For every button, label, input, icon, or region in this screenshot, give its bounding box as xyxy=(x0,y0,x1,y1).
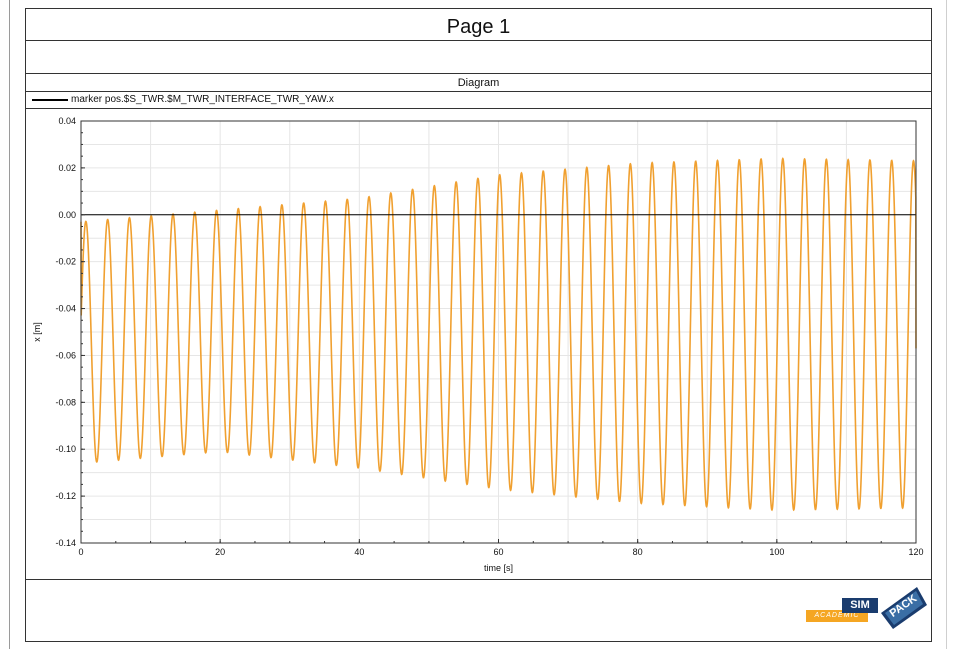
right-page-rule xyxy=(946,0,947,649)
plot-area: 0 20 40 60 80 100 120 -0.14 -0.12 -0.10 -0.08 -0.06… xyxy=(26,109,931,580)
chart-legend: marker pos.$S_TWR.$M_TWR_INTERFACE_TWR_Y… xyxy=(26,92,931,109)
left-page-rule xyxy=(9,0,10,649)
diagram-title: Diagram xyxy=(26,74,931,92)
x-tick-label: 100 xyxy=(769,547,784,557)
y-tick-label: -0.02 xyxy=(55,257,76,267)
x-tick-label: 20 xyxy=(215,547,225,557)
logo-pack-emblem: PACK xyxy=(881,587,927,629)
y-tick-label: -0.04 xyxy=(55,304,76,314)
y-tick-label: -0.10 xyxy=(55,444,76,454)
page-title: Page 1 xyxy=(26,9,931,41)
y-tick-label: -0.14 xyxy=(55,538,76,548)
line-chart: 0 20 40 60 80 100 120 -0.14 -0.12 -0.10 -0.08 -0.06… xyxy=(32,116,924,573)
x-tick-label: 60 xyxy=(493,547,503,557)
x-tick-label: 0 xyxy=(78,547,83,557)
logo-sim-text: SIM xyxy=(842,598,878,613)
tick-layer: 0 20 40 60 80 100 120 -0.14 -0.12 -0.10 -0.08 -0.06… xyxy=(55,116,923,557)
report-page: Page 1 Diagram marker pos.$S_TWR.$M_TWR_… xyxy=(25,8,932,642)
legend-swatch xyxy=(32,99,68,101)
y-tick-label: 0.00 xyxy=(58,210,76,220)
x-tick-label: 40 xyxy=(354,547,364,557)
x-axis-label: time [s] xyxy=(484,563,513,573)
y-tick-label: -0.12 xyxy=(55,491,76,501)
y-tick-label: 0.02 xyxy=(58,163,76,173)
legend-label: marker pos.$S_TWR.$M_TWR_INTERFACE_TWR_Y… xyxy=(71,94,334,105)
x-tick-label: 120 xyxy=(908,547,923,557)
y-tick-label: -0.08 xyxy=(55,397,76,407)
y-tick-label: 0.04 xyxy=(58,116,76,126)
page-header-blank-row xyxy=(26,41,931,74)
simpack-academic-logo: ACADEMIC SIM PACK xyxy=(806,583,931,631)
y-tick-label: -0.06 xyxy=(55,350,76,360)
page-footer: ACADEMIC SIM PACK xyxy=(26,580,931,643)
y-axis-label: x [m] xyxy=(32,322,42,342)
x-tick-label: 80 xyxy=(633,547,643,557)
